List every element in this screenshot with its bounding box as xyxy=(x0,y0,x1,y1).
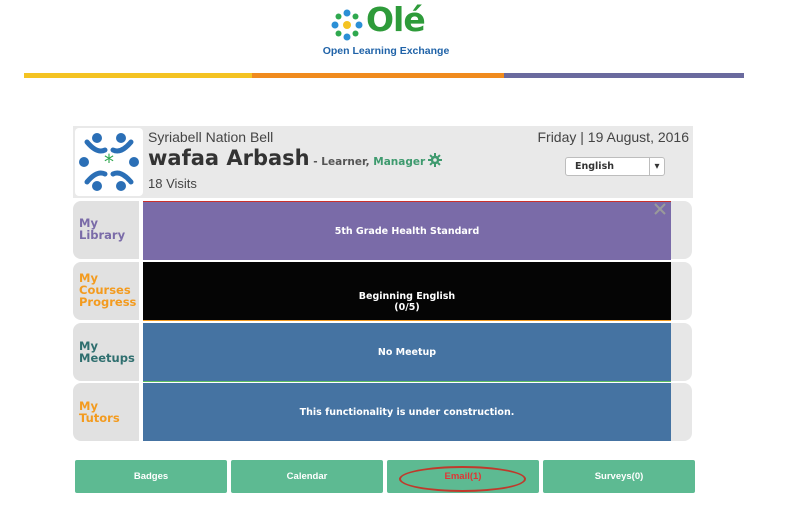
library-panel[interactable]: 5th Grade Health Standard xyxy=(143,201,671,260)
library-row-tab[interactable] xyxy=(671,201,692,259)
meetups-content: No Meetup xyxy=(377,346,437,358)
meetups-label[interactable]: My Meetups xyxy=(79,340,135,364)
courses-label-bg: My Courses Progress xyxy=(73,262,139,320)
meetups-panel[interactable]: No Meetup xyxy=(143,323,671,382)
library-label-line2: Library xyxy=(79,228,126,242)
tutors-row-tab[interactable] xyxy=(671,383,692,441)
close-icon[interactable] xyxy=(654,203,666,215)
language-select[interactable]: English ▾ xyxy=(565,157,665,176)
tutors-label-line2: Tutors xyxy=(79,411,120,425)
course-title[interactable]: Beginning English xyxy=(359,291,455,302)
courses-row: My Courses Progress Beginning English (0… xyxy=(73,262,692,321)
meetups-row: My Meetups No Meetup xyxy=(73,323,692,382)
badges-button[interactable]: Badges xyxy=(75,460,227,493)
current-date: Friday | 19 August, 2016 xyxy=(537,129,689,145)
logo-wordmark: Olé xyxy=(366,0,426,39)
tutors-row: My Tutors This functionality is under co… xyxy=(73,383,692,441)
email-highlight-oval xyxy=(399,466,526,492)
ole-logo: Olé Open Learning Exchange xyxy=(318,0,458,66)
user-name: wafaa Arbash xyxy=(148,146,310,170)
ole-flower-logo-icon xyxy=(331,9,363,41)
logo-subtitle: Open Learning Exchange xyxy=(322,45,450,57)
user-info: wafaa Arbash - Learner, Manager xyxy=(148,146,443,170)
tutors-panel[interactable]: This functionality is under construction… xyxy=(143,383,671,441)
surveys-button[interactable]: Surveys(0) xyxy=(543,460,695,493)
courses-label[interactable]: My Courses Progress xyxy=(79,272,136,308)
calendar-button[interactable]: Calendar xyxy=(231,460,383,493)
tutors-content: This functionality is under construction… xyxy=(299,406,515,418)
courses-label-line3: Progress xyxy=(79,295,137,309)
meetups-row-tab[interactable] xyxy=(671,323,692,381)
svg-text:*: * xyxy=(104,150,114,174)
course-progress: (0/5) xyxy=(394,302,420,313)
library-label[interactable]: My Library xyxy=(79,217,125,241)
meetups-label-bg: My Meetups xyxy=(73,323,139,381)
courses-panel[interactable]: Beginning English (0/5) xyxy=(143,262,671,321)
language-selected-value: English xyxy=(575,161,614,172)
library-content[interactable]: 5th Grade Health Standard xyxy=(335,226,480,237)
visit-count: 18 Visits xyxy=(148,176,197,191)
header-color-bar xyxy=(24,73,744,78)
manager-link[interactable]: Manager xyxy=(373,156,425,168)
chevron-down-icon: ▾ xyxy=(649,158,664,175)
meetups-label-line2: Meetups xyxy=(79,351,135,365)
user-role: - Learner, xyxy=(309,156,374,168)
library-label-bg: My Library xyxy=(73,201,139,259)
user-header: * Syriabell Nation Bell Friday | 19 Augu… xyxy=(73,126,693,198)
tutors-label[interactable]: My Tutors xyxy=(79,400,120,424)
gear-icon[interactable] xyxy=(428,153,443,167)
library-row: My Library 5th Grade Health Standard xyxy=(73,201,692,260)
courses-row-tab[interactable] xyxy=(671,262,692,320)
tutors-label-bg: My Tutors xyxy=(73,383,139,441)
community-name: Syriabell Nation Bell xyxy=(148,129,274,145)
community-avatar: * xyxy=(75,128,143,196)
community-avatar-icon: * xyxy=(79,133,139,191)
